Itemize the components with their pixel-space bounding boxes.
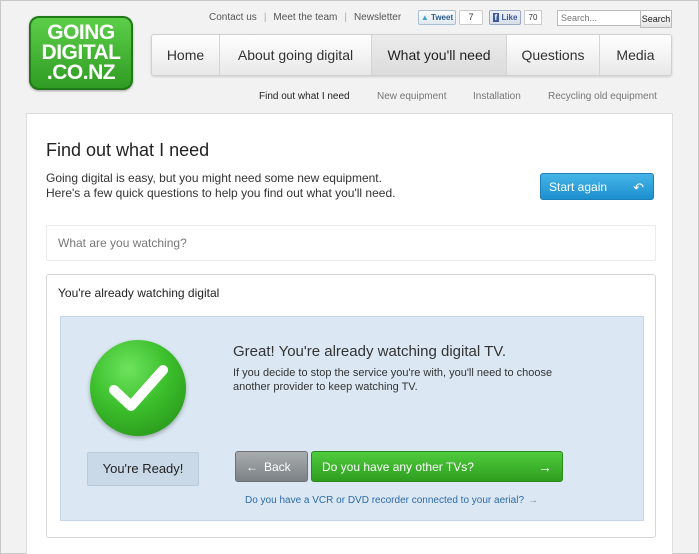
nav-media[interactable]: Media: [600, 35, 671, 75]
logo-line-3: .CO.NZ: [46, 61, 116, 84]
page-title: Find out what I need: [46, 140, 210, 160]
subnav-installation[interactable]: Installation: [473, 91, 521, 102]
detail-line-1: If you decide to stop the service you're…: [233, 367, 553, 379]
restart-icon: ↶: [633, 180, 644, 195]
tweet-count: 7: [459, 10, 483, 25]
nav-questions[interactable]: Questions: [507, 35, 600, 75]
subnav-new-equipment[interactable]: New equipment: [377, 91, 446, 102]
nav-what-youll-need[interactable]: What you'll need: [372, 35, 507, 75]
result-headline: Great! You're already watching digital T…: [233, 343, 507, 360]
logo-line-1: GOING: [47, 21, 115, 44]
nav-home[interactable]: Home: [152, 35, 220, 75]
like-label: Like: [501, 13, 518, 22]
intro-line-1: Going digital is easy, but you might nee…: [46, 171, 382, 185]
subnav-recycling-old-equipment[interactable]: Recycling old equipment: [548, 91, 657, 102]
utility-links: Contact us | Meet the team | Newsletter: [209, 12, 401, 23]
separator: |: [263, 12, 267, 23]
separator: |: [344, 12, 347, 23]
other-tvs-button[interactable]: Do you have any other TVs? →: [311, 451, 563, 482]
like-button[interactable]: f Like: [489, 10, 521, 25]
tweet-label: Tweet: [431, 13, 454, 22]
vcr-dvd-link-label: Do you have a VCR or DVD recorder connec…: [245, 495, 525, 506]
checkmark-icon: [90, 340, 186, 436]
twitter-icon: ▲: [420, 13, 429, 22]
question-label: What are you watching?: [58, 236, 187, 250]
intro-line-2: Here's a few quick questions to help you…: [46, 186, 396, 200]
youre-ready-badge: You're Ready!: [87, 452, 199, 486]
arrow-right-icon: →: [538, 459, 552, 475]
arrow-left-icon: ←: [246, 460, 258, 474]
contact-us-link[interactable]: Contact us: [209, 12, 257, 23]
back-label: Back: [264, 460, 291, 474]
subnav-find-out-what-i-need[interactable]: Find out what I need: [259, 91, 350, 102]
search-input[interactable]: [557, 10, 647, 26]
arrow-right-icon: →: [528, 495, 539, 506]
other-tvs-label: Do you have any other TVs?: [322, 460, 474, 474]
start-again-label: Start again: [549, 180, 608, 194]
nav-about-going-digital[interactable]: About going digital: [220, 35, 372, 75]
facebook-icon: f: [492, 13, 500, 22]
logo-line-2: DIGITAL: [41, 41, 121, 64]
like-count: 70: [524, 10, 542, 25]
back-button[interactable]: ← Back: [235, 451, 308, 482]
newsletter-link[interactable]: Newsletter: [354, 12, 401, 23]
question-bar[interactable]: What are you watching?: [46, 225, 656, 261]
going-digital-logo[interactable]: GOING DIGITAL .CO.NZ: [29, 16, 133, 90]
start-again-button[interactable]: Start again ↶: [540, 173, 654, 200]
main-nav: Home About going digital What you'll nee…: [151, 34, 672, 76]
intro-text: Going digital is easy, but you might nee…: [46, 171, 486, 201]
result-detail: If you decide to stop the service you're…: [233, 366, 603, 394]
result-title: You're already watching digital: [58, 286, 220, 300]
search-button[interactable]: Search: [640, 10, 672, 28]
meet-the-team-link[interactable]: Meet the team: [273, 12, 337, 23]
tweet-button[interactable]: ▲ Tweet: [418, 10, 456, 25]
detail-line-2: another provider to keep watching TV.: [233, 381, 418, 393]
vcr-dvd-link[interactable]: Do you have a VCR or DVD recorder connec…: [245, 495, 538, 506]
